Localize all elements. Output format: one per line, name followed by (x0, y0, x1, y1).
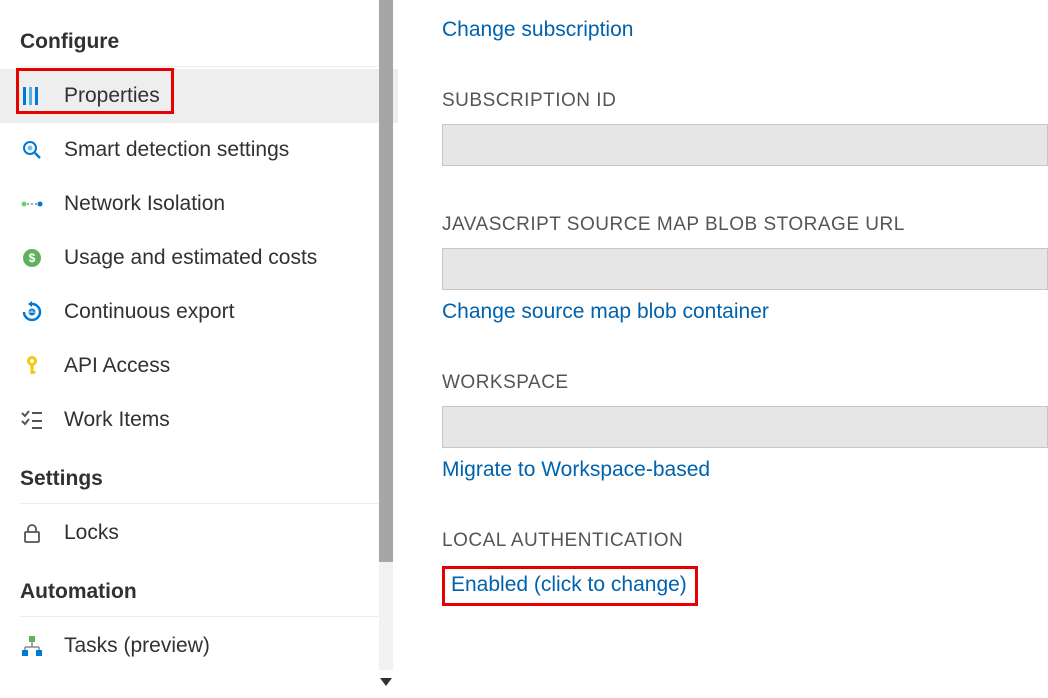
smart-detection-icon (20, 138, 44, 162)
sidebar-item-continuous-export[interactable]: Continuous export (0, 285, 398, 339)
section-header-configure: Configure (0, 20, 398, 66)
sidebar: Configure Properties (0, 0, 398, 698)
lock-icon (20, 521, 44, 545)
main-content: Change subscription SUBSCRIPTION ID JAVA… (398, 0, 1048, 698)
section-header-settings: Settings (0, 457, 398, 503)
tasks-icon (20, 634, 44, 658)
section-header-automation: Automation (0, 570, 398, 616)
js-sourcemap-field[interactable] (442, 248, 1048, 290)
key-icon (20, 354, 44, 378)
sidebar-item-usage-costs[interactable]: $ Usage and estimated costs (0, 231, 398, 285)
divider (20, 503, 378, 504)
sidebar-item-label: API Access (64, 354, 170, 378)
sidebar-scrollbar[interactable] (374, 0, 398, 698)
svg-text:$: $ (29, 251, 36, 265)
sidebar-item-label: Network Isolation (64, 192, 225, 216)
sidebar-item-tasks[interactable]: Tasks (preview) (0, 619, 398, 673)
highlight-box: Enabled (click to change) (442, 566, 698, 606)
workspace-label: WORKSPACE (442, 372, 1048, 394)
sidebar-item-smart-detection[interactable]: Smart detection settings (0, 123, 398, 177)
migrate-workspace-link[interactable]: Migrate to Workspace-based (442, 458, 710, 482)
local-auth-link[interactable]: Enabled (click to change) (451, 573, 687, 597)
js-sourcemap-label: JAVASCRIPT SOURCE MAP BLOB STORAGE URL (442, 214, 1048, 236)
scroll-down-arrow-icon[interactable] (380, 678, 392, 686)
sidebar-item-api-access[interactable]: API Access (0, 339, 398, 393)
sidebar-item-label: Continuous export (64, 300, 234, 324)
change-subscription-link[interactable]: Change subscription (442, 18, 633, 42)
workspace-field[interactable] (442, 406, 1048, 448)
sidebar-item-label: Tasks (preview) (64, 634, 210, 658)
subscription-id-field[interactable] (442, 124, 1048, 166)
subscription-id-label: SUBSCRIPTION ID (442, 90, 1048, 112)
sidebar-item-label: Locks (64, 521, 119, 545)
scroll-thumb[interactable] (379, 0, 393, 562)
sidebar-item-label: Smart detection settings (64, 138, 289, 162)
continuous-export-icon (20, 300, 44, 324)
sidebar-item-label: Work Items (64, 408, 170, 432)
sidebar-item-label: Usage and estimated costs (64, 246, 317, 270)
highlight-box (16, 68, 174, 114)
divider (20, 616, 378, 617)
sidebar-item-locks[interactable]: Locks (0, 506, 398, 560)
sidebar-item-network-isolation[interactable]: Network Isolation (0, 177, 398, 231)
change-sourcemap-link[interactable]: Change source map blob container (442, 300, 769, 324)
sidebar-item-work-items[interactable]: Work Items (0, 393, 398, 447)
local-auth-label: LOCAL AUTHENTICATION (442, 530, 1048, 552)
network-isolation-icon (20, 192, 44, 216)
work-items-icon (20, 408, 44, 432)
divider (20, 66, 378, 67)
usage-costs-icon: $ (20, 246, 44, 270)
